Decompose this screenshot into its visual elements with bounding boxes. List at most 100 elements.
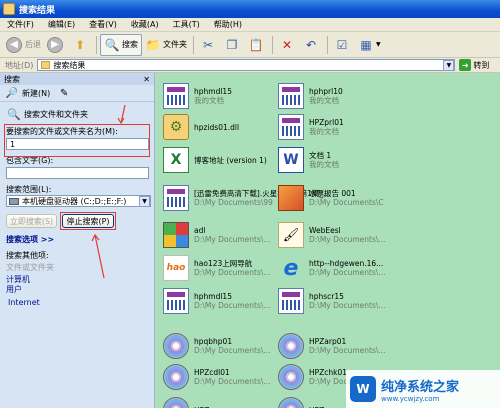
file-name: hao123上网导航 (194, 259, 253, 268)
back-arrow-icon: ◀ (6, 36, 22, 53)
copy-icon: ❐ (226, 37, 238, 52)
doc-file-icon (163, 288, 189, 314)
menu-favorites[interactable]: 收藏(A) (124, 19, 166, 30)
file-name: 博客地址 (version 1) (194, 155, 267, 165)
magnifier-icon: 🔍 (104, 37, 120, 52)
folders-icon: 📁 (145, 37, 161, 52)
cd-file-icon (163, 397, 189, 408)
file-name: hphmdl15 (194, 87, 232, 96)
cut-button[interactable]: ✂ (197, 34, 221, 56)
paste-button[interactable]: 📋 (245, 34, 269, 56)
cd-file-icon (163, 364, 189, 390)
watermark-logo-icon: W (350, 376, 376, 402)
back-button[interactable]: ◀ 后退 (3, 34, 44, 56)
folders-button[interactable]: 📁 文件夹 (142, 34, 190, 56)
folder-icon (41, 61, 51, 69)
word-file-icon (278, 147, 304, 173)
file-name: hphmdl15 (194, 292, 232, 301)
file-name: hpqbhp01 (194, 337, 233, 346)
doc-file-icon (163, 83, 189, 109)
properties-button[interactable]: ☑ (331, 34, 355, 56)
scissors-icon: ✂ (202, 37, 214, 52)
file-item[interactable]: 水票报告 001 D:\My Documents\C (278, 181, 448, 215)
properties-icon: ☑ (336, 37, 348, 52)
annotation-arrow (94, 234, 105, 279)
file-name: 水票报告 001 (309, 189, 356, 198)
hao-file-icon (163, 255, 189, 281)
toolbar-separator (96, 35, 97, 54)
xls-file-icon (163, 147, 189, 173)
views-icon: ▦ (360, 37, 372, 52)
menu-help[interactable]: 帮助(H) (207, 19, 249, 30)
pic-file-icon (278, 185, 304, 211)
file-location: 我的文档 (309, 160, 339, 169)
file-name: hpzids01.dll (194, 122, 240, 132)
chevron-down-icon: ▼ (376, 41, 381, 48)
file-item[interactable]: hphprl10 我的文档 (278, 79, 448, 113)
up-folder-button[interactable]: ⬆ (69, 34, 93, 56)
up-folder-icon: ⬆ (74, 37, 86, 52)
file-name: hphprl10 (309, 87, 343, 96)
file-location: D:\My Documents\... (194, 377, 271, 386)
views-button[interactable]: ▦ ▼ (355, 34, 384, 56)
doc-file-icon (163, 185, 189, 211)
file-name: 文档 1 (309, 151, 332, 160)
annotation-arrows (91, 104, 126, 279)
address-input[interactable]: 搜索结果 ▼ (37, 59, 456, 71)
file-location: D:\My Documents\... (309, 346, 386, 355)
undo-button[interactable]: ↶ (300, 34, 324, 56)
ie-file-icon (278, 255, 304, 281)
menu-edit[interactable]: 编辑(E) (41, 19, 82, 30)
toolbar-separator (193, 35, 194, 54)
file-name: HPZcdl01 (194, 368, 230, 377)
paste-icon: 📋 (248, 37, 264, 52)
watermark-url: www.ycwjzy.com (381, 394, 440, 403)
window-title: 搜索结果 (19, 5, 56, 16)
address-label: 地址(D) (5, 60, 34, 70)
cd-file-icon (278, 364, 304, 390)
file-item[interactable]: hphscr15 D:\My Documents\... (278, 284, 448, 318)
file-item[interactable]: WebEeslD:\My Documents\... (278, 218, 448, 252)
search-button[interactable]: 🔍 搜索 (100, 33, 142, 56)
file-name: HPZarp01 (309, 337, 347, 346)
search-pane: 搜索 ✕ 🔎 新建(N) ✎ 🔍 搜索文件和文件夹 要搜索的文件或文件夹名为(M… (0, 73, 155, 408)
file-name: HPZprl01 (309, 118, 344, 127)
menu-view[interactable]: 查看(V) (82, 19, 124, 30)
undo-icon: ↶ (305, 37, 317, 52)
doc-file-icon (278, 83, 304, 109)
delete-button[interactable]: ✕ (276, 34, 300, 56)
file-location: 我的文档 (309, 127, 339, 136)
file-location: D:\My Documents\... (194, 268, 271, 277)
file-location: 我的文档 (309, 96, 339, 105)
menu-bar: 文件(F) 编辑(E) 查看(V) 收藏(A) 工具(T) 帮助(H) (0, 18, 500, 32)
go-button[interactable]: ➜ 转到 (459, 59, 489, 71)
file-name: WebEesl (309, 226, 341, 235)
file-location: 我的文档 (194, 96, 224, 105)
address-dropdown-button[interactable]: ▼ (443, 59, 455, 71)
forward-button[interactable]: ▶ (44, 34, 69, 56)
file-name: hphscr15 (309, 292, 344, 301)
watermark-text: 纯净系统之家 (381, 379, 460, 395)
dll-file-icon (163, 114, 189, 140)
menu-file[interactable]: 文件(F) (0, 19, 41, 30)
file-item[interactable]: 文档 1我的文档 (278, 143, 448, 177)
menu-tools[interactable]: 工具(T) (166, 19, 207, 30)
cd-file-icon (278, 333, 304, 359)
toolbar-separator (272, 35, 273, 54)
file-item[interactable]: HPZprl01 我的文档 (278, 110, 448, 144)
doc-file-icon (278, 114, 304, 140)
doc-file-icon (278, 288, 304, 314)
search-results-pane: hphmdl15我的文档hphprl10我的文档hpzids01.dllHPZp… (155, 73, 500, 408)
file-location: D:\My Documents\... (194, 346, 271, 355)
copy-button[interactable]: ❐ (221, 34, 245, 56)
file-item[interactable]: HPZarp01 D:\My Documents\... (278, 329, 448, 363)
file-location: D:\My Documents\... (194, 301, 271, 310)
watermark: W 纯净系统之家 www.ycwjzy.com (346, 370, 500, 408)
file-item[interactable]: http--hdgewen.16...D:\My Documents\... (278, 251, 448, 285)
file-location: D:\My Documents\... (194, 235, 271, 244)
file-location: D:\My Documents\... (309, 268, 386, 277)
address-bar: 地址(D) 搜索结果 ▼ ➜ 转到 (0, 58, 500, 73)
title-bar: 搜索结果 (0, 0, 500, 18)
file-location: D:\My Documents\... (309, 235, 386, 244)
file-name: http--hdgewen.16... (309, 259, 384, 268)
